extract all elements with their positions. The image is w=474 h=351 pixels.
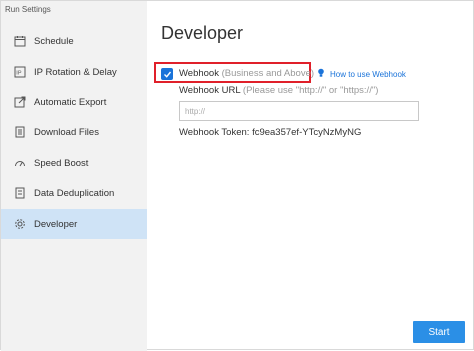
page-title: Developer (161, 23, 244, 43)
ip-icon: IP (13, 65, 27, 79)
run-settings-window: Run Settings Schedule IP IP Rotation & D… (0, 0, 474, 351)
sidebar-item-label: IP Rotation & Delay (34, 66, 117, 78)
svg-text:IP: IP (16, 71, 22, 77)
window-title: Run Settings (5, 5, 51, 14)
checkmark-icon (163, 71, 171, 78)
sidebar-item-label: Schedule (34, 35, 74, 47)
deduplication-icon (13, 186, 27, 200)
sidebar-item-label: Download Files (34, 126, 99, 138)
sidebar-item-automatic-export[interactable]: Automatic Export (1, 87, 147, 117)
webhook-url-hint: (Please use "http://" or "https://") (242, 85, 379, 96)
webhook-checkbox[interactable] (161, 68, 173, 80)
sidebar-item-data-deduplication[interactable]: Data Deduplication (1, 178, 147, 208)
how-to-use-webhook-text: How to use Webhook (330, 69, 406, 79)
webhook-url-label: Webhook URL (Please use "http://" or "ht… (179, 85, 378, 96)
webhook-token-label: Webhook Token: (179, 127, 250, 138)
sidebar-item-speed-boost[interactable]: Speed Boost (1, 148, 147, 178)
sidebar-item-download-files[interactable]: Download Files (1, 117, 147, 147)
how-to-use-webhook-link[interactable]: How to use Webhook (317, 68, 406, 80)
webhook-token-value: fc9ea357ef-YTcyNzMyNG (252, 127, 362, 138)
webhook-label: Webhook (Business and Above) (179, 68, 314, 79)
sidebar-item-schedule[interactable]: Schedule (1, 26, 147, 56)
download-icon (13, 125, 27, 139)
calendar-icon (13, 34, 27, 48)
lightbulb-icon (317, 68, 325, 80)
sidebar-item-label: Data Deduplication (34, 187, 115, 199)
start-button[interactable]: Start (413, 321, 465, 343)
webhook-token: Webhook Token: fc9ea357ef-YTcyNzMyNG (179, 127, 361, 138)
sidebar-item-developer[interactable]: Developer (1, 209, 147, 239)
sidebar: Run Settings Schedule IP IP Rotation & D… (1, 1, 147, 351)
sidebar-item-label: Automatic Export (34, 96, 107, 108)
gear-icon (13, 217, 27, 231)
sidebar-item-label: Developer (34, 218, 78, 230)
webhook-label-text: Webhook (179, 68, 219, 79)
webhook-url-input[interactable] (179, 101, 419, 121)
webhook-tier-note: (Business and Above) (221, 68, 315, 79)
webhook-url-label-text: Webhook URL (179, 85, 241, 96)
sidebar-item-ip-rotation[interactable]: IP IP Rotation & Delay (1, 57, 147, 87)
speed-icon (13, 156, 27, 170)
export-icon (13, 95, 27, 109)
sidebar-item-label: Speed Boost (34, 157, 89, 169)
